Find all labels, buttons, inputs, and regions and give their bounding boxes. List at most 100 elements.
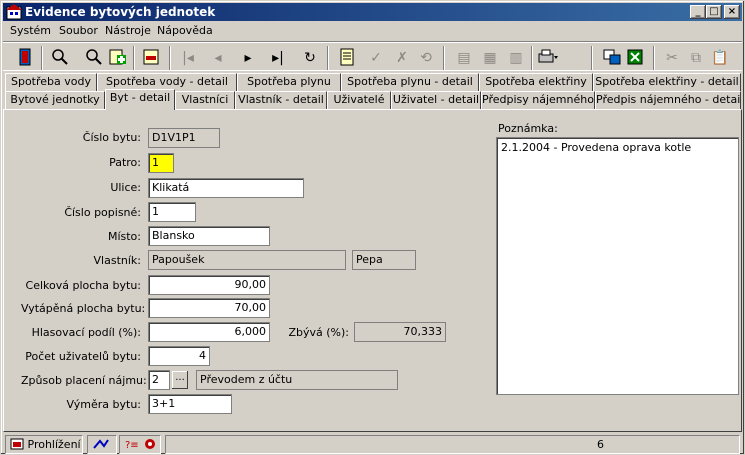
- pocet-uzivatelu-label: Počet uživatelů bytu:: [25, 350, 141, 363]
- toolbar-separator: [653, 46, 655, 70]
- copy-data-icon[interactable]: [601, 47, 623, 69]
- svg-text:?≡: ?≡: [125, 440, 139, 450]
- cislo-popisne-label: Číslo popisné:: [64, 206, 141, 219]
- status-link: [87, 435, 117, 454]
- prev-icon[interactable]: ◂: [207, 47, 229, 69]
- zbyva-field: 70,333: [354, 322, 446, 342]
- cislo-popisne-field[interactable]: 1: [148, 202, 196, 222]
- vymera-label: Výměra bytu:: [66, 398, 141, 411]
- zpusob-placeni-label: Způsob placení nájmu:: [21, 374, 147, 387]
- copy-icon[interactable]: ⧉: [685, 47, 707, 69]
- undo-icon[interactable]: ⟲: [415, 47, 437, 69]
- menu-bar: Systém Soubor Nástroje Nápověda: [3, 22, 742, 40]
- search-icon[interactable]: [49, 47, 71, 69]
- tab-predpisy-najemneho[interactable]: Předpisy nájemného: [481, 91, 595, 109]
- grid-view-icon[interactable]: ▦: [479, 47, 501, 69]
- refresh-icon[interactable]: ↻: [299, 47, 321, 69]
- cut-icon[interactable]: ✂: [661, 47, 683, 69]
- status-bar: Prohlížení ?≡ 6: [3, 434, 742, 454]
- vlastnik-prijmeni-field: Papoušek: [148, 250, 346, 270]
- export-icon[interactable]: [625, 47, 647, 69]
- misto-field[interactable]: Blansko: [148, 226, 270, 246]
- table-view-icon[interactable]: ▥: [505, 47, 527, 69]
- status-mode-label: Prohlížení: [27, 438, 81, 451]
- status-indicators: ?≡: [119, 435, 161, 454]
- tab-predpis-najemneho-detail[interactable]: Předpis nájemného - detail: [595, 91, 741, 109]
- toolbar-separator: [327, 46, 329, 70]
- window-title: Evidence bytových jednotek: [25, 5, 216, 19]
- cislo-bytu-field: D1V1P1: [148, 128, 220, 148]
- tab-uzivatel-detail[interactable]: Uživatel - detail: [391, 91, 481, 109]
- hlasovaci-podil-field[interactable]: 6,000: [148, 322, 270, 342]
- minimize-button[interactable]: _: [690, 5, 706, 19]
- tab-byt-detail[interactable]: Byt - detail: [105, 89, 175, 110]
- toolbar-separator: [41, 46, 43, 70]
- vytapena-plocha-label: Vytápěná plocha bytu:: [21, 302, 146, 315]
- menu-nastroje[interactable]: Nástroje: [105, 24, 151, 37]
- form-view-icon[interactable]: ▤: [453, 47, 475, 69]
- exit-icon[interactable]: [15, 47, 37, 69]
- maximize-button[interactable]: □: [706, 5, 722, 19]
- tab-spotreba-elektriny[interactable]: Spotřeba elektřiny: [479, 73, 593, 91]
- indicators-icon: ?≡: [125, 439, 155, 451]
- tab-bytove-jednotky[interactable]: Bytové jednotky: [5, 91, 105, 109]
- zbyva-label: Zbývá (%):: [288, 326, 349, 339]
- vytapena-plocha-field[interactable]: 70,00: [148, 298, 270, 318]
- poznamka-textarea[interactable]: 2.1.2004 - Provedena oprava kotle: [496, 137, 739, 395]
- toolbar: |◂ ◂ ▸ ▸| ↻ ✓ ✗ ⟲ ▤ ▦ ▥ ✂ ⧉ 📋: [3, 41, 742, 71]
- vlastnik-jmeno-field: Pepa: [352, 250, 416, 270]
- close-button[interactable]: ×: [724, 5, 740, 19]
- last-icon[interactable]: ▸|: [267, 47, 289, 69]
- toolbar-separator: [133, 46, 135, 70]
- tab-spotreba-plynu[interactable]: Spotřeba plynu: [237, 73, 341, 91]
- toolbar-separator: [443, 46, 445, 70]
- view-mode-icon: [10, 438, 24, 450]
- toolbar-separator: [531, 46, 533, 70]
- toolbar-separator: [169, 46, 171, 70]
- hlasovaci-podil-label: Hlasovací podíl (%):: [31, 326, 141, 339]
- main-window: Evidence bytových jednotek _ □ × Systém …: [0, 0, 745, 455]
- zpusob-placeni-text-field: Převodem z účtu: [196, 370, 398, 390]
- tab-row-2: Bytové jednotky Byt - detail Vlastníci V…: [3, 89, 742, 110]
- cislo-bytu-label: Číslo bytu:: [82, 131, 141, 144]
- tab-spotreba-plynu-detail[interactable]: Spotřeba plynu - detail: [341, 73, 479, 91]
- vymera-field[interactable]: 3+1: [148, 394, 232, 414]
- tab-spotreba-vody[interactable]: Spotřeba vody: [5, 73, 97, 91]
- edit-icon[interactable]: [337, 47, 359, 69]
- first-icon[interactable]: |◂: [177, 47, 199, 69]
- patro-value: 1: [152, 156, 159, 169]
- app-icon: [6, 4, 22, 20]
- tab-uzivatele[interactable]: Uživatelé: [327, 91, 391, 109]
- toolbar-separator: [591, 46, 593, 70]
- menu-napoveda[interactable]: Nápověda: [157, 24, 213, 37]
- ulice-label: Ulice:: [110, 181, 141, 194]
- tab-vlastnici[interactable]: Vlastníci: [175, 91, 235, 109]
- tab-vlastnik-detail[interactable]: Vlastník - detail: [235, 91, 327, 109]
- print-icon[interactable]: [537, 47, 559, 69]
- status-mode: Prohlížení: [5, 435, 83, 454]
- misto-label: Místo:: [107, 230, 141, 243]
- cancel-icon[interactable]: ✗: [391, 47, 413, 69]
- vlastnik-label: Vlastník:: [93, 254, 141, 267]
- poznamka-label: Poznámka:: [498, 122, 558, 135]
- delete-record-icon[interactable]: [141, 47, 163, 69]
- pocet-uzivatelu-field[interactable]: 4: [148, 346, 210, 366]
- menu-system[interactable]: Systém: [10, 24, 51, 37]
- confirm-icon[interactable]: ✓: [365, 47, 387, 69]
- ulice-field[interactable]: Klikatá: [148, 178, 304, 198]
- poznamka-text: 2.1.2004 - Provedena oprava kotle: [501, 141, 692, 154]
- celkova-plocha-label: Celková plocha bytu:: [25, 279, 141, 292]
- patro-field[interactable]: 1: [148, 153, 174, 173]
- title-bar[interactable]: Evidence bytových jednotek _ □ ×: [3, 3, 742, 21]
- add-record-icon[interactable]: [107, 47, 129, 69]
- find-next-icon[interactable]: [83, 47, 105, 69]
- status-record: 6: [165, 435, 740, 454]
- link-icon: [93, 439, 109, 449]
- zpusob-placeni-kod-field[interactable]: 2: [148, 370, 170, 390]
- paste-icon[interactable]: 📋: [709, 47, 731, 69]
- zpusob-placeni-lookup-button[interactable]: ...: [172, 371, 188, 389]
- next-icon[interactable]: ▸: [237, 47, 259, 69]
- tab-spotreba-elektriny-detail[interactable]: Spotřeba elektřiny - detail: [593, 73, 741, 91]
- celkova-plocha-field[interactable]: 90,00: [148, 275, 270, 295]
- menu-soubor[interactable]: Soubor: [59, 24, 98, 37]
